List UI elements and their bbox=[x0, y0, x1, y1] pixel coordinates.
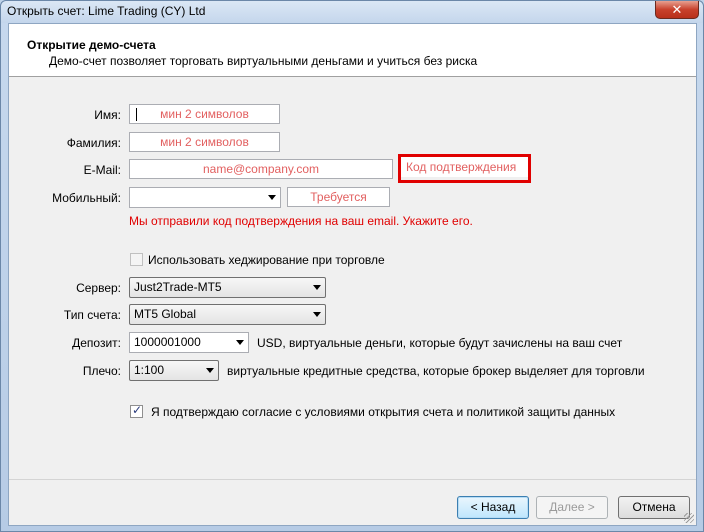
mobile-label: Мобильный: bbox=[52, 191, 121, 205]
server-select[interactable]: Just2Trade-MT5 bbox=[129, 277, 326, 298]
email-input[interactable]: name@company.com bbox=[129, 159, 393, 179]
first-name-input[interactable]: мин 2 символов bbox=[129, 104, 280, 124]
text-caret bbox=[136, 108, 137, 121]
email-placeholder: name@company.com bbox=[202, 162, 319, 176]
chevron-down-icon bbox=[236, 340, 244, 345]
server-value: Just2Trade-MT5 bbox=[134, 280, 222, 294]
next-button[interactable]: Далее > bbox=[536, 496, 608, 519]
page-title: Открытие демо-счета bbox=[27, 38, 156, 52]
title-bar[interactable]: Открыть счет: Lime Trading (CY) Ltd ✕ bbox=[1, 1, 703, 23]
agreement-checkbox[interactable]: ✓ bbox=[130, 403, 143, 418]
chevron-down-icon bbox=[206, 368, 214, 373]
first-name-label: Имя: bbox=[94, 108, 121, 122]
back-button[interactable]: < Назад bbox=[457, 496, 529, 519]
wizard-header: Открытие демо-счета Демо-счет позволяет … bbox=[9, 24, 696, 77]
deposit-value: 1000001000 bbox=[134, 335, 201, 349]
last-name-label: Фамилия: bbox=[66, 136, 121, 150]
hedging-label: Использовать хеджирование при торговле bbox=[148, 253, 385, 267]
deposit-note: USD, виртуальные деньги, которые будут з… bbox=[257, 336, 623, 350]
verification-code-highlight bbox=[398, 154, 531, 183]
page-subtitle: Демо-счет позволяет торговать виртуальны… bbox=[49, 54, 478, 68]
error-message: Мы отправили код подтверждения на ваш em… bbox=[129, 214, 473, 228]
close-button[interactable]: ✕ bbox=[655, 1, 699, 19]
mobile-country-select[interactable] bbox=[129, 187, 281, 208]
leverage-select[interactable]: 1:100 bbox=[129, 360, 219, 381]
chevron-down-icon bbox=[313, 285, 321, 290]
checkmark-icon: ✓ bbox=[132, 403, 143, 417]
resize-grip-icon[interactable] bbox=[684, 513, 694, 523]
server-label: Сервер: bbox=[76, 281, 121, 295]
agreement-label: Я подтверждаю согласие с условиями откры… bbox=[151, 405, 616, 419]
dialog-window: Открыть счет: Lime Trading (CY) Ltd ✕ От… bbox=[0, 0, 704, 532]
account-type-select[interactable]: MT5 Global bbox=[129, 304, 326, 325]
account-type-value: MT5 Global bbox=[134, 307, 197, 321]
close-icon: ✕ bbox=[671, 2, 683, 17]
leverage-note: виртуальные кредитные средства, которые … bbox=[227, 364, 645, 378]
window-title: Открыть счет: Lime Trading (CY) Ltd bbox=[7, 4, 206, 18]
last-name-input[interactable]: мин 2 символов bbox=[129, 132, 280, 152]
mobile-placeholder: Требуется bbox=[310, 190, 367, 204]
last-name-placeholder: мин 2 символов bbox=[160, 135, 249, 149]
footer-divider bbox=[9, 479, 696, 480]
hedging-checkbox[interactable] bbox=[130, 253, 143, 266]
deposit-label: Депозит: bbox=[72, 336, 121, 350]
leverage-value: 1:100 bbox=[134, 363, 165, 377]
dialog-client: Открытие демо-счета Демо-счет позволяет … bbox=[8, 23, 697, 526]
email-label: E-Mail: bbox=[83, 163, 121, 177]
deposit-select[interactable]: 1000001000 bbox=[129, 332, 249, 353]
mobile-number-input[interactable]: Требуется bbox=[287, 187, 390, 207]
account-type-label: Тип счета: bbox=[63, 308, 121, 322]
chevron-down-icon bbox=[268, 195, 276, 200]
chevron-down-icon bbox=[313, 312, 321, 317]
cancel-button[interactable]: Отмена bbox=[618, 496, 690, 519]
leverage-label: Плечо: bbox=[82, 364, 121, 378]
first-name-placeholder: мин 2 символов bbox=[160, 107, 249, 121]
